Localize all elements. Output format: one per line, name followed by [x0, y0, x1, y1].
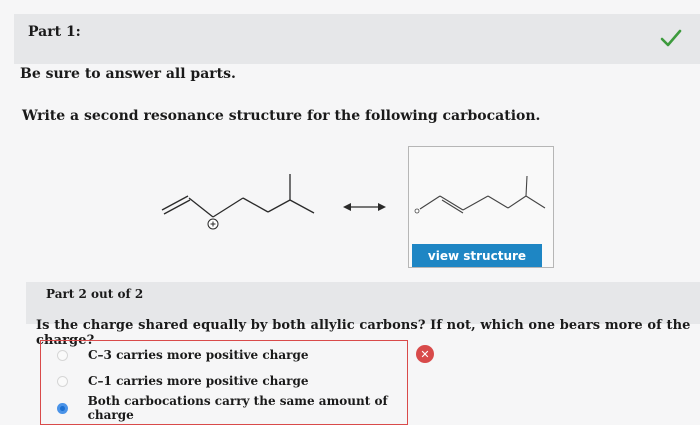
positive-charge-icon	[207, 218, 219, 230]
answer-structure	[419, 175, 546, 214]
part2-label: Part 2 out of 2	[46, 287, 144, 301]
option-c1-label: C–1 carries more positive charge	[88, 374, 309, 388]
options-group: C–3 carries more positive charge C–1 car…	[40, 340, 408, 425]
option-c3[interactable]: C–3 carries more positive charge	[57, 345, 309, 365]
x-icon: ✕	[416, 345, 434, 363]
option-c1[interactable]: C–1 carries more positive charge	[57, 371, 309, 391]
given-carbocation	[161, 174, 315, 218]
chemistry-drawing	[161, 174, 546, 230]
resonance-arrow-icon	[343, 203, 386, 211]
view-structure-button[interactable]: view structure	[412, 244, 542, 267]
option-c3-label: C–3 carries more positive charge	[88, 348, 309, 362]
radio-both[interactable]	[57, 402, 68, 414]
answer-charge-icon	[414, 208, 420, 214]
option-both[interactable]: Both carbocations carry the same amount …	[57, 394, 407, 422]
radio-c3[interactable]	[57, 349, 68, 361]
radio-c1[interactable]	[57, 375, 68, 387]
option-both-label: Both carbocations carry the same amount …	[87, 394, 388, 422]
